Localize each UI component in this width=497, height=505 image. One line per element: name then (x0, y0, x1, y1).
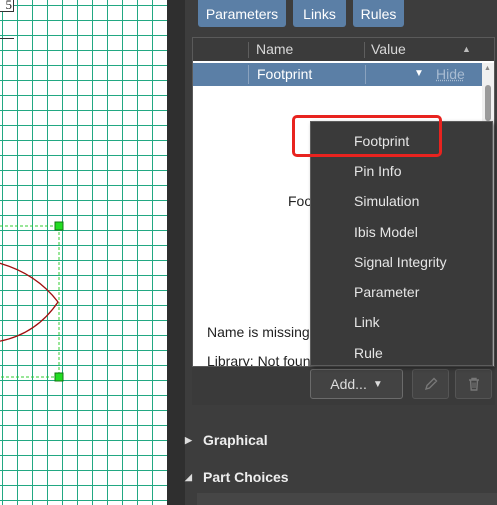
column-header-value[interactable]: Value (371, 38, 406, 61)
component-graphic[interactable] (0, 0, 167, 505)
column-separator (248, 65, 249, 84)
column-separator (365, 65, 366, 84)
tab-parameters[interactable]: Parameters (198, 0, 286, 27)
menu-item-rule[interactable]: Rule (311, 338, 492, 368)
scroll-up-icon[interactable]: ▲ (484, 65, 491, 72)
hide-link[interactable]: Hide (436, 63, 465, 86)
library-message: Library: Not foun (207, 353, 311, 367)
component-outline (0, 262, 59, 342)
menu-item-parameter[interactable]: Parameter (311, 277, 492, 307)
menu-item-link[interactable]: Link (311, 307, 492, 337)
name-missing-message: Name is missing (207, 324, 310, 340)
sort-ascending-icon[interactable]: ▲ (462, 44, 471, 54)
tab-links[interactable]: Links (293, 0, 346, 27)
add-button[interactable]: Add... ▼ (310, 369, 403, 399)
column-separator (248, 42, 249, 58)
column-header-name[interactable]: Name (256, 38, 293, 61)
column-separator (364, 42, 365, 58)
menu-item-pin-info[interactable]: Pin Info (311, 156, 492, 186)
menu-item-signal-integrity[interactable]: Signal Integrity (311, 247, 492, 277)
schematic-canvas[interactable]: 5 (0, 0, 167, 505)
add-dropdown-menu: Footprint Pin Info Simulation Ibis Model… (310, 121, 493, 366)
section-part-choices[interactable]: ◢ Part Choices (185, 463, 497, 491)
canvas-divider (167, 0, 185, 505)
add-button-label: Add... (330, 376, 367, 392)
table-row[interactable]: Footprint ▼ Hide (193, 63, 482, 86)
selection-box (0, 225, 60, 378)
row-name-cell[interactable]: Footprint (257, 63, 312, 86)
section-graphical[interactable]: ▶ Graphical (185, 426, 497, 454)
menu-item-simulation[interactable]: Simulation (311, 186, 492, 216)
section-title: Part Choices (203, 469, 289, 485)
scrollbar-thumb[interactable] (485, 85, 491, 121)
pencil-icon (424, 377, 437, 391)
annotation-highlight (292, 115, 442, 157)
expand-arrow-icon: ▶ (185, 435, 192, 445)
menu-item-ibis-model[interactable]: Ibis Model (311, 217, 492, 247)
part-choices-content (197, 493, 497, 505)
tab-rules[interactable]: Rules (353, 0, 404, 27)
table-header: Name Value ▲ (193, 38, 494, 61)
section-title: Graphical (203, 432, 268, 448)
trash-icon (468, 377, 479, 391)
footprint-message: Foo (288, 193, 313, 209)
chevron-down-icon[interactable]: ▼ (414, 68, 424, 79)
chevron-down-icon: ▼ (372, 378, 383, 390)
edit-button[interactable] (412, 369, 449, 399)
delete-button[interactable] (455, 369, 492, 399)
selection-handle (54, 372, 64, 382)
selection-handle (54, 221, 64, 231)
collapse-arrow-icon: ◢ (185, 472, 192, 482)
